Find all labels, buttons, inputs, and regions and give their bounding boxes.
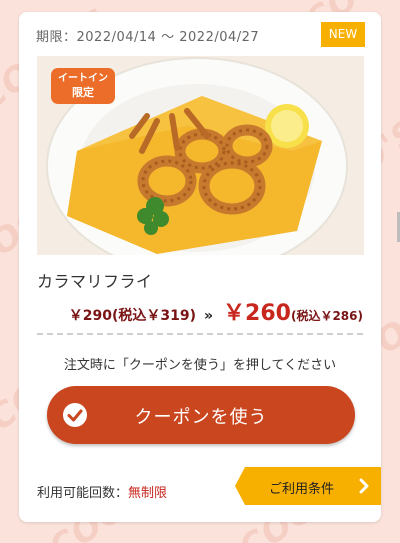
terms-of-use-button[interactable]: ご利用条件 bbox=[235, 467, 381, 505]
use-coupon-button-label: クーポンを使う bbox=[134, 407, 268, 428]
terms-of-use-label: ご利用条件 bbox=[269, 482, 335, 497]
product-photo: イートイン 限定 bbox=[37, 56, 364, 255]
double-chevron-icon: » bbox=[203, 308, 214, 324]
usage-count: 利用可能回数：無制限 bbox=[37, 482, 167, 501]
period-end: 2022/04/27 bbox=[179, 30, 260, 45]
coupon-card: 期限：2022/04/14 〜 2022/04/27 NEW イートイン 限定 … bbox=[19, 12, 381, 522]
period-separator: 〜 bbox=[161, 30, 175, 45]
usage-instruction: 注文時に「クーポンを使う」を押してください bbox=[63, 358, 337, 373]
chevron-right-icon bbox=[359, 478, 369, 498]
period-label: 期限： bbox=[36, 30, 77, 45]
product-name: カラマリフライ bbox=[37, 272, 153, 291]
coupon-price-tax: (税込￥286) bbox=[290, 309, 363, 323]
eat-in-limited-label: 限定 bbox=[72, 86, 94, 99]
period-start: 2022/04/14 bbox=[76, 30, 157, 45]
usage-count-value: 無制限 bbox=[128, 486, 168, 501]
use-coupon-button[interactable]: クーポンを使う bbox=[47, 386, 355, 444]
usage-count-label: 利用可能回数： bbox=[37, 486, 129, 501]
eat-in-label: イートイン bbox=[58, 73, 108, 84]
validity-period: 期限：2022/04/14 〜 2022/04/27 bbox=[36, 26, 259, 45]
coupon-price: ￥260 bbox=[223, 301, 291, 326]
new-badge: NEW bbox=[321, 22, 365, 47]
dashed-divider bbox=[37, 333, 363, 335]
price-row: ￥290(税込￥319) » ￥260 (税込￥286) bbox=[68, 295, 363, 326]
eat-in-only-badge: イートイン 限定 bbox=[51, 68, 115, 104]
regular-price: ￥290(税込￥319) bbox=[68, 308, 196, 324]
